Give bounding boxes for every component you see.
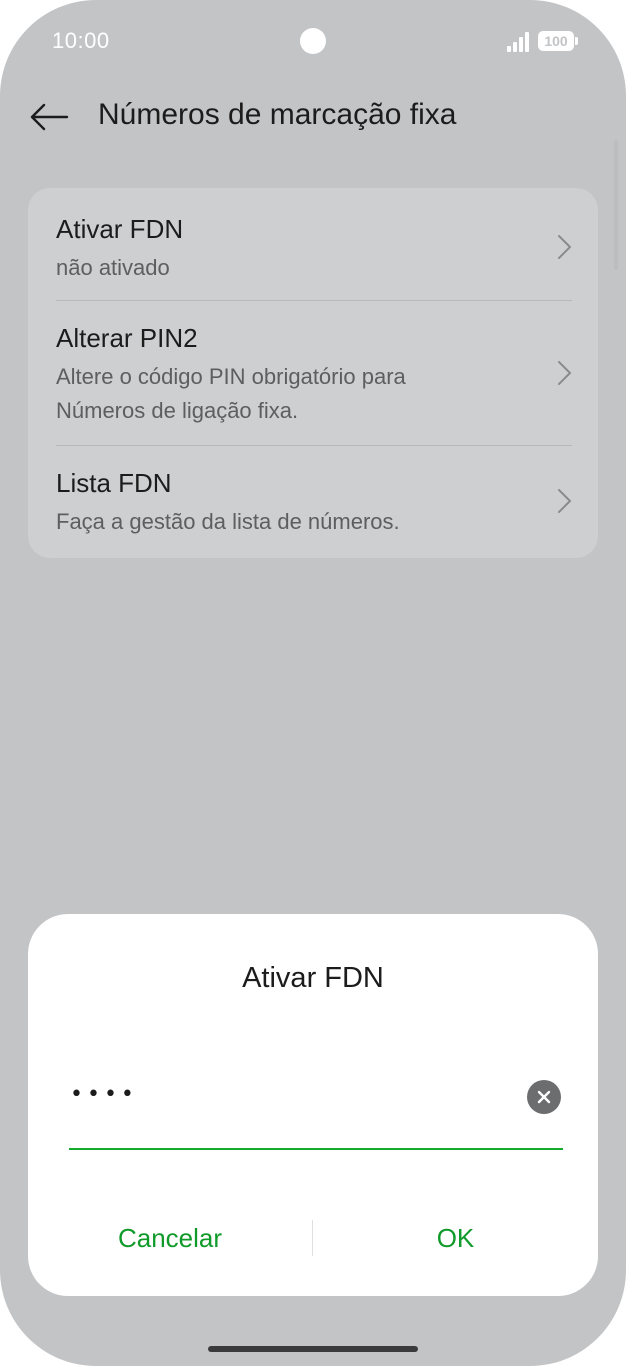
chevron-right-icon	[558, 489, 571, 513]
chevron-right-icon	[558, 361, 571, 385]
battery-icon: 100	[538, 31, 578, 51]
pin2-input[interactable]	[70, 1074, 470, 1114]
signal-icon	[507, 30, 531, 52]
input-underline	[69, 1148, 563, 1150]
settings-item-title: Lista FDN	[56, 468, 172, 498]
clear-icon	[537, 1090, 551, 1104]
arrow-left-icon	[30, 103, 69, 131]
settings-item-lista-fdn[interactable]: Lista FDN Faça a gestão da lista de núme…	[28, 446, 598, 558]
back-button[interactable]	[24, 92, 74, 142]
clear-input-button[interactable]	[527, 1080, 561, 1114]
home-indicator[interactable]	[208, 1346, 418, 1352]
status-time: 10:00	[52, 28, 110, 53]
cancel-button[interactable]: Cancelar	[28, 1210, 312, 1266]
camera-cutout	[300, 28, 326, 54]
settings-item-title: Alterar PIN2	[56, 323, 198, 353]
settings-item-subtitle: não ativado	[56, 255, 170, 280]
ativar-fdn-dialog: Ativar FDN Cancelar OK	[28, 914, 598, 1296]
page-title: Números de marcação fixa	[98, 98, 457, 131]
settings-item-alterar-pin2[interactable]: Alterar PIN2 Altere o código PIN obrigat…	[28, 301, 598, 445]
settings-list: Ativar FDN não ativado Alterar PIN2 Alte…	[28, 188, 598, 558]
phone-screen: 10:00 100 Números de marcação fixa Ativa…	[0, 0, 626, 1366]
status-bar: 10:00 100	[0, 0, 626, 80]
settings-item-subtitle: Faça a gestão da lista de números.	[56, 509, 400, 534]
dialog-title: Ativar FDN	[242, 962, 384, 994]
chevron-right-icon	[558, 235, 571, 259]
settings-item-ativar-fdn[interactable]: Ativar FDN não ativado	[28, 188, 598, 300]
settings-item-subtitle: Altere o código PIN obrigatório para Núm…	[56, 364, 406, 423]
app-header: Números de marcação fixa	[0, 86, 626, 148]
scroll-indicator	[614, 140, 618, 270]
ok-button[interactable]: OK	[313, 1210, 598, 1266]
settings-item-title: Ativar FDN	[56, 214, 184, 244]
